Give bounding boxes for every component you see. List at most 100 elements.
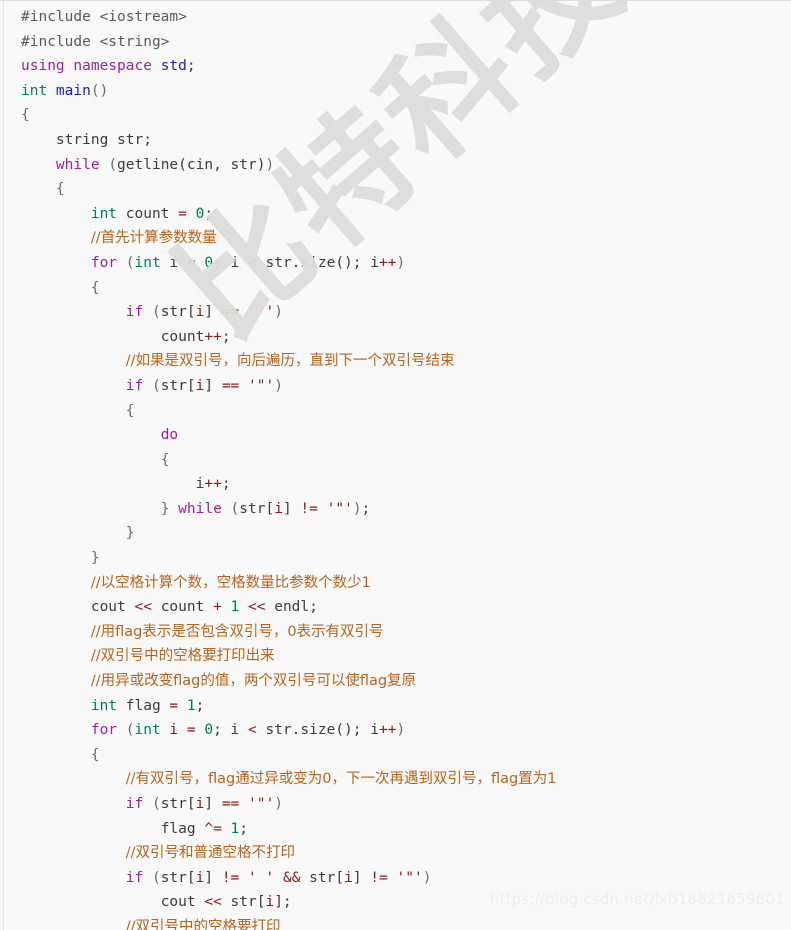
code-token-br: ) [422,869,432,886]
code-token-str: ' ' [248,869,275,886]
code-line: for (int i = 0; i < str.size(); i++) [0,718,791,743]
code-token-br: } [125,525,135,542]
code-token-br: ( [151,796,161,812]
code-token-pl: str[ [160,796,196,812]
code-token-op: == [221,304,240,321]
code-token-op: == [221,377,240,394]
code-token-pl: ; [204,205,214,222]
code-token-pl: i [169,722,187,739]
code-line: if (str[i] != ' ' && str[i] != '"') [0,866,791,891]
code-token-str: '"' [326,500,353,517]
code-line: cout << count + 1 << endl; [0,595,791,620]
code-token-pl: string str; [55,131,152,148]
code-token-pl: count [125,205,179,222]
code-token-pl: ] [282,500,301,517]
code-token-br: () [90,82,109,99]
code-snippet-page: 比特科技制作 #include <iostream> #include <stri… [0,0,791,930]
code-token-pl: ; [195,697,205,714]
code-token-pl: flag [160,820,205,837]
code-token-op: = [186,254,196,271]
code-line: i++; [0,472,791,497]
code-token-op: != [370,869,388,886]
code-token-cm: //以空格计算个数，空格数量比参数个数少1 [90,574,371,591]
code-token-op: ++ [378,254,397,271]
code-token-k: if [125,796,152,812]
code-line: } [0,521,791,546]
code-token-br: { [55,181,65,198]
code-token-fn: main [55,82,91,99]
code-token-str: ' ' [248,304,275,321]
code-line: int main() [0,79,791,104]
code-token-br: ( [125,722,135,739]
code-token-k: while [178,500,231,517]
code-line: //如果是双引号，向后遍历，直到下一个双引号结束 [0,349,791,374]
code-line: while (getline(cin, str)) [0,153,791,178]
code-token-pl: endl; [265,599,318,616]
code-token-num: 1 [230,599,240,616]
code-token-idx: i [344,869,353,886]
code-token-cm: //首先计算参数数量 [90,230,217,247]
code-token-br: ( [151,869,161,886]
code-token-br: ) [274,304,283,321]
code-line: //双引号中的空格要打印出来 [0,644,791,669]
code-token-pl: ; i [213,722,249,739]
code-token-k: if [125,304,152,321]
code-token-br: ) [396,254,406,271]
code-token-br: { [160,451,170,468]
code-token-pl: ; [221,476,231,493]
code-token-num: 0 [204,722,214,739]
code-token-pl: count [160,328,205,345]
code-token-pp: #include <iostream> [21,9,187,25]
code-line: //用flag表示是否包含双引号，0表示有双引号 [0,620,791,645]
code-token-br: { [90,746,100,763]
code-token-pl: ; [186,58,196,75]
code-token-br: { [21,107,30,124]
code-token-pp: #include <string> [21,33,170,50]
code-token-k: for [90,254,126,271]
code-token-op: = [169,697,179,714]
code-token-k: if [125,869,152,886]
code-line: { [0,177,791,202]
code-token-str: '"' [248,377,275,394]
code-line: count++; [0,325,791,350]
code-token-ns: std [160,58,187,75]
code-token-t: int [21,82,56,99]
code-line: do [0,423,791,448]
code-token-cm: //如果是双引号，向后遍历，直到下一个双引号结束 [125,353,455,370]
code-token-pl: str[ [221,894,266,911]
code-token-t: int [134,722,170,739]
code-line: //双引号中的空格要打印 [0,915,791,930]
code-line: //有双引号，flag通过异或变为0，下一次再遇到双引号，flag置为1 [0,767,791,792]
code-block: #include <iostream> #include <string> usin… [0,1,791,930]
code-token-op: == [221,796,240,812]
code-token-pl: ; [239,820,249,837]
code-token-pl: flag [125,697,170,714]
code-token-pl: count [151,599,214,616]
code-token-cm: //双引号中的空格要打印出来 [90,648,275,665]
code-token-t: int [134,254,170,271]
code-token-br: ( [151,304,161,321]
